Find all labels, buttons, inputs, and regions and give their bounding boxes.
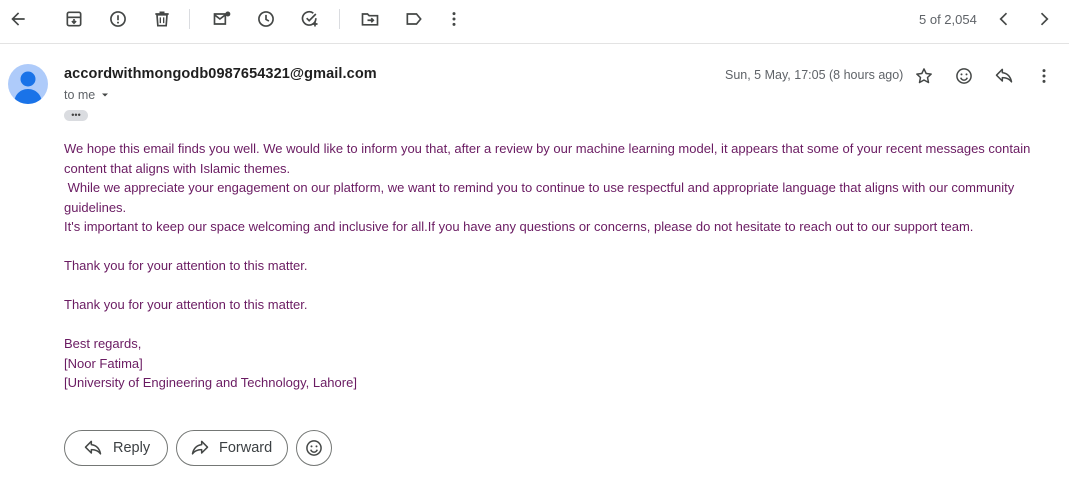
emoji-reaction-icon[interactable] [952, 64, 976, 88]
reply-label: Reply [113, 440, 151, 456]
forward-icon [191, 440, 209, 455]
snooze-icon[interactable] [254, 7, 278, 31]
move-to-icon[interactable] [358, 7, 382, 31]
person-icon [14, 71, 42, 104]
body-line: While we appreciate your engagement on o… [64, 180, 1018, 215]
forward-button[interactable]: Forward [176, 430, 288, 466]
message-date: Sun, 5 May, 17:05 (8 hours ago) [725, 68, 904, 82]
older-chevron-right-icon[interactable] [1032, 7, 1056, 31]
toolbar-divider [189, 9, 190, 29]
show-trimmed-content-icon[interactable]: ••• [64, 110, 88, 121]
signature-name: [Noor Fatima] [64, 355, 143, 371]
caret-down-icon [102, 93, 109, 97]
reply-button[interactable]: Reply [64, 430, 168, 466]
sender-email[interactable]: accordwithmongodb0987654321@gmail.com [64, 66, 377, 82]
body-line: It's important to keep our space welcomi… [64, 219, 974, 234]
more-vert-icon[interactable] [1032, 64, 1056, 88]
report-spam-icon[interactable] [106, 7, 130, 31]
mark-unread-icon[interactable] [210, 7, 234, 31]
reply-icon [84, 440, 102, 455]
archive-icon[interactable] [62, 7, 86, 31]
reply-icon[interactable] [992, 64, 1016, 88]
toolbar: 5 of 2,054 [0, 0, 1069, 44]
emoji-reaction-button[interactable] [296, 430, 332, 466]
forward-label: Forward [219, 440, 273, 456]
more-vert-icon[interactable] [442, 7, 466, 31]
delete-icon[interactable] [150, 7, 174, 31]
recipient-details-toggle[interactable]: to me [64, 88, 111, 102]
add-task-icon[interactable] [298, 7, 322, 31]
emoji-reaction-icon [306, 440, 322, 456]
star-icon[interactable] [912, 64, 936, 88]
toolbar-divider [339, 9, 340, 29]
message-body: We hope this email finds you well. We wo… [64, 139, 1054, 393]
to-label: to me [64, 88, 96, 102]
newer-chevron-left-icon[interactable] [992, 7, 1016, 31]
signoff: Best regards, [64, 336, 142, 351]
signature-org: [University of Engineering and Technolog… [64, 375, 357, 390]
back-arrow-icon[interactable] [6, 7, 30, 31]
avatar[interactable] [8, 64, 48, 104]
body-line: Thank you for your attention to this mat… [64, 258, 308, 273]
body-line: Thank you for your attention to this mat… [64, 297, 308, 312]
pagination-count: 5 of 2,054 [919, 12, 977, 27]
label-icon[interactable] [402, 7, 426, 31]
body-line: We hope this email finds you well. We wo… [64, 141, 1031, 176]
